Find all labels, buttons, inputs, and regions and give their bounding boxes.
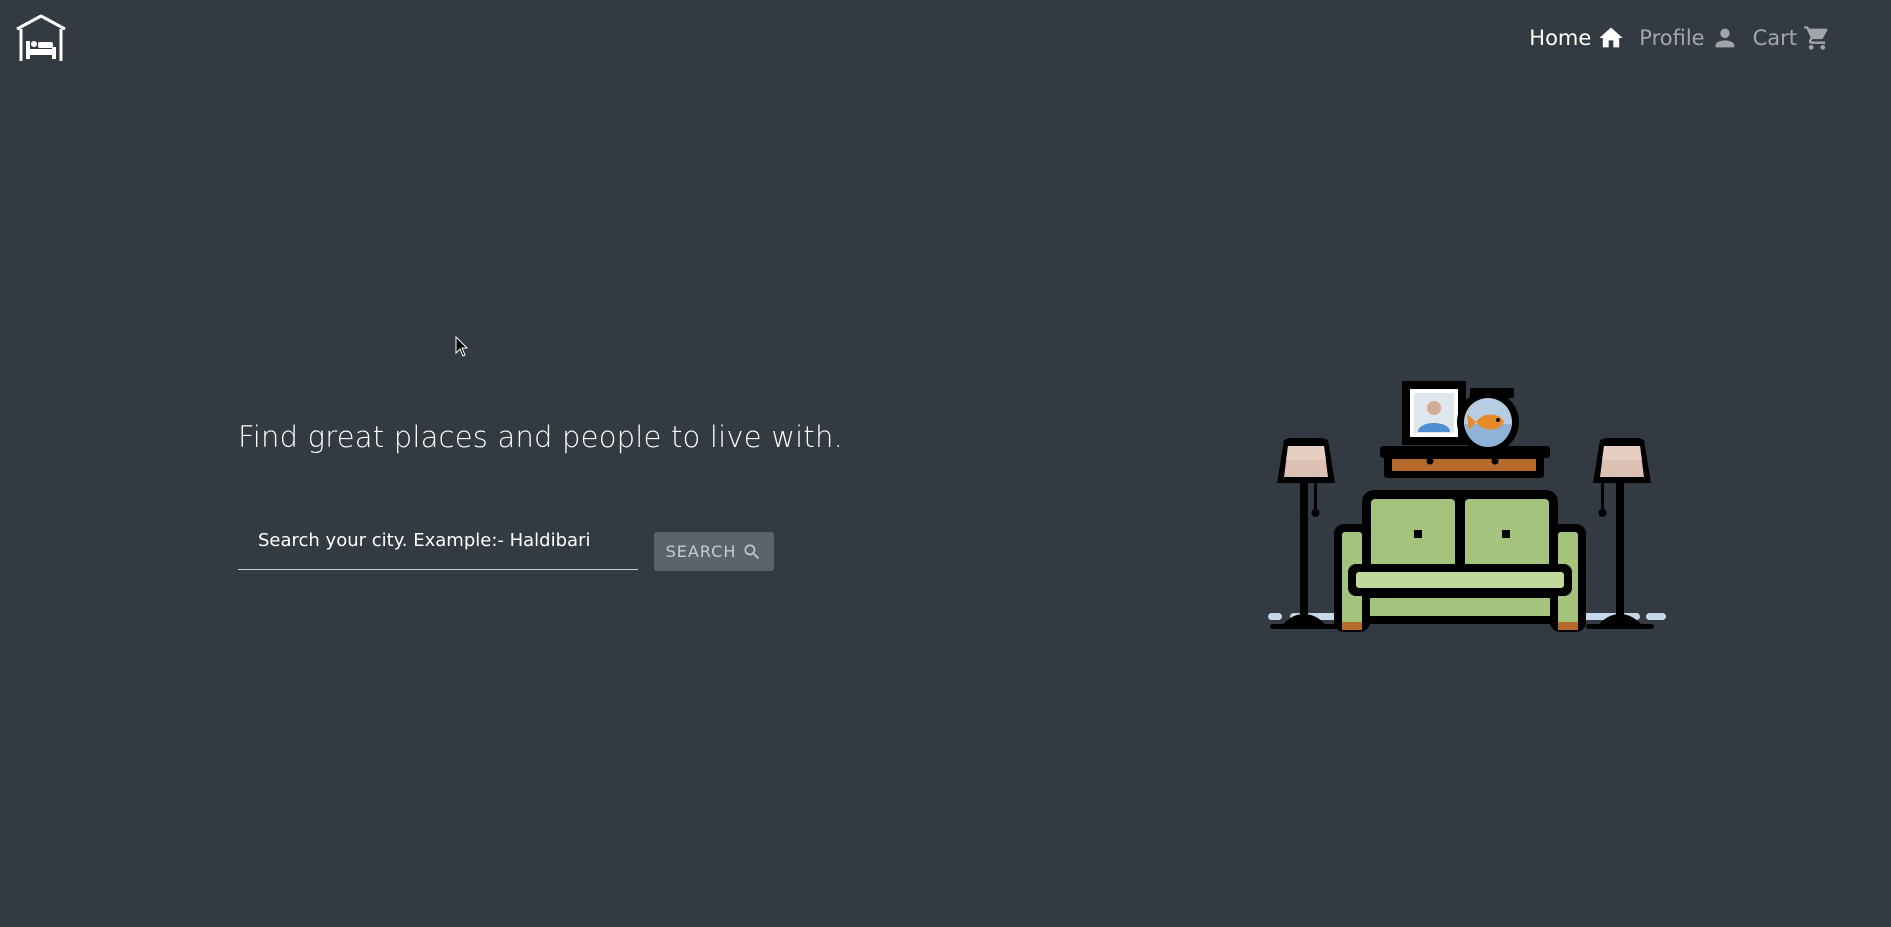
floor-lamp-left-icon	[1270, 438, 1338, 629]
nav-cart-link[interactable]: Cart	[1753, 24, 1831, 52]
fishbowl-icon	[1457, 388, 1519, 453]
mouse-cursor-icon	[455, 336, 469, 357]
sofa-icon	[1334, 490, 1586, 632]
person-icon	[1715, 28, 1734, 48]
floor-lamp-right-icon	[1586, 438, 1654, 629]
search-button[interactable]: SEARCH	[654, 532, 774, 571]
cart-icon	[1804, 26, 1828, 50]
nav-profile-link[interactable]: Profile	[1639, 24, 1738, 52]
nav-home-label: Home	[1529, 26, 1592, 50]
brand-logo[interactable]	[14, 13, 68, 63]
navbar: Home Profile Cart	[0, 0, 1891, 78]
picture-frame-icon	[1402, 381, 1466, 445]
nav-cart-label: Cart	[1752, 26, 1797, 50]
house-bed-icon	[16, 14, 66, 61]
nav-profile-label: Profile	[1639, 26, 1705, 50]
hero-title: Find great places and people to live wit…	[238, 420, 843, 454]
home-icon	[1599, 27, 1623, 48]
nav-links: Home Profile Cart	[1529, 20, 1831, 56]
nav-home-link[interactable]: Home	[1529, 24, 1625, 52]
search-field	[238, 512, 638, 572]
living-room-illustration	[1268, 381, 1666, 632]
wall-shelf-icon	[1380, 446, 1550, 478]
search-icon	[744, 544, 760, 559]
search-button-label: SEARCH	[665, 542, 737, 561]
search-input[interactable]	[238, 512, 638, 570]
